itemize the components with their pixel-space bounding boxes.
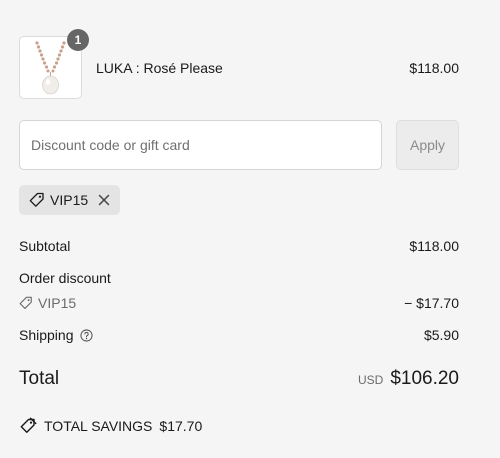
quantity-badge: 1	[67, 29, 89, 51]
total-row: Total USD $106.20	[19, 368, 459, 390]
total-amount: $106.20	[390, 368, 459, 389]
close-icon[interactable]	[97, 193, 111, 207]
order-discount-row: Order discount	[19, 270, 459, 286]
discount-code-label: VIP15	[38, 295, 77, 311]
product-price: $118.00	[409, 60, 459, 76]
subtotal-row: Subtotal $118.00	[19, 238, 459, 254]
order-summary-panel: 1 LUKA : Rosé Please $118.00 Apply VIP15…	[0, 0, 500, 458]
applied-discount-chip: VIP15	[19, 185, 120, 215]
shipping-label: Shipping	[19, 327, 74, 343]
order-discount-label: Order discount	[19, 270, 111, 286]
apply-button[interactable]: Apply	[396, 120, 459, 170]
tag-icon	[19, 296, 32, 309]
applied-code-label: VIP15	[50, 192, 89, 208]
shipping-value: $5.90	[423, 327, 459, 343]
shipping-row: Shipping $5.90	[19, 327, 459, 343]
total-savings: TOTAL SAVINGS $17.70	[19, 417, 202, 435]
discount-value: − $17.70	[404, 295, 459, 311]
savings-amount: $17.70	[159, 418, 203, 434]
currency-code: USD	[357, 373, 384, 387]
help-icon[interactable]	[79, 328, 93, 342]
subtotal-value: $118.00	[409, 238, 459, 254]
savings-label: TOTAL SAVINGS	[44, 418, 153, 434]
total-label: Total	[19, 368, 60, 389]
subtotal-label: Subtotal	[19, 238, 71, 254]
discount-code-row: VIP15 − $17.70	[19, 295, 459, 311]
savings-tag-icon	[20, 417, 37, 433]
product-name: LUKA : Rosé Please	[96, 60, 223, 76]
discount-code-input[interactable]	[19, 120, 382, 170]
tag-icon	[29, 192, 44, 207]
